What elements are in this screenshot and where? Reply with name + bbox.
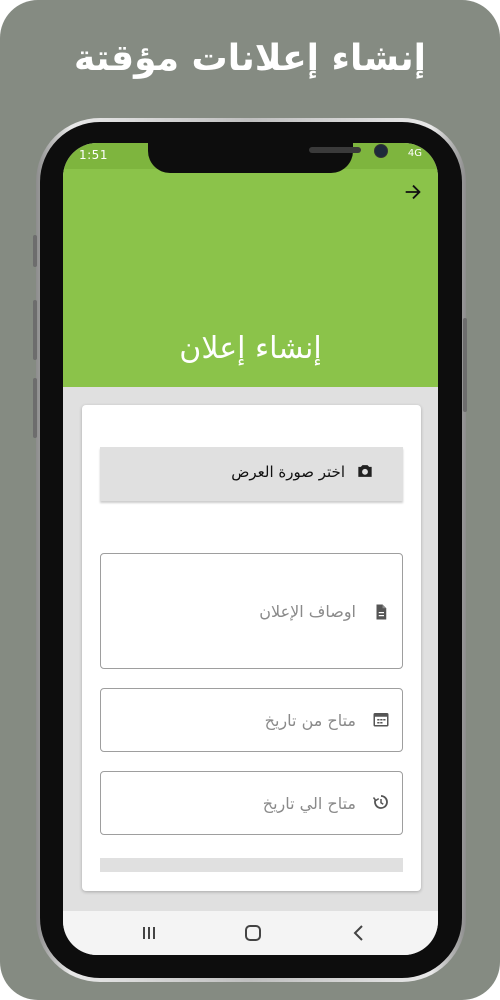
choose-image-button[interactable]: اختر صورة العرض [100,447,403,501]
front-camera [374,144,388,158]
submit-button-partial[interactable] [100,858,403,872]
status-time: 1:51 [79,148,108,162]
history-icon [372,793,390,811]
recent-apps-button[interactable] [137,921,161,945]
power-button [463,318,467,412]
form-card: اختر صورة العرض اوصاف الإعلان متاح من تا… [82,405,421,891]
calendar-icon [372,710,390,728]
volume-down-button [33,300,37,360]
phone-screen: إنشاء إعلان 1:51 4G اختر صورة العرض اوصا… [63,143,438,955]
from-date-placeholder: متاح من تاريخ [264,711,356,730]
promo-frame: إنشاء إعلانات مؤقتة إنشاء إعلان 1:51 4G [0,0,500,1000]
volume-up-button [33,235,37,267]
promo-headline: إنشاء إعلانات مؤقتة [74,38,426,79]
document-icon [372,602,390,622]
android-nav-bar [63,911,438,955]
description-field[interactable]: اوصاف الإعلان [100,553,403,669]
status-network: 4G [407,148,422,159]
back-button[interactable] [402,181,424,203]
home-icon [245,925,261,941]
camera-icon [355,461,375,481]
arrow-right-icon [405,184,421,200]
bixby-button [33,378,37,438]
home-button[interactable] [241,921,265,945]
chevron-left-icon [353,925,363,941]
to-date-field[interactable]: متاح الي تاريخ [100,771,403,835]
notch [148,143,388,173]
to-date-placeholder: متاح الي تاريخ [262,794,356,813]
choose-image-label: اختر صورة العرض [231,463,345,481]
page-title: إنشاء إعلان [179,331,322,366]
back-nav-button[interactable] [347,921,371,945]
app-bar: إنشاء إعلان [63,169,438,387]
form-area: اختر صورة العرض اوصاف الإعلان متاح من تا… [63,387,438,911]
earpiece-speaker [309,147,361,153]
description-placeholder: اوصاف الإعلان [259,602,356,621]
recents-icon [143,927,155,939]
from-date-field[interactable]: متاح من تاريخ [100,688,403,752]
